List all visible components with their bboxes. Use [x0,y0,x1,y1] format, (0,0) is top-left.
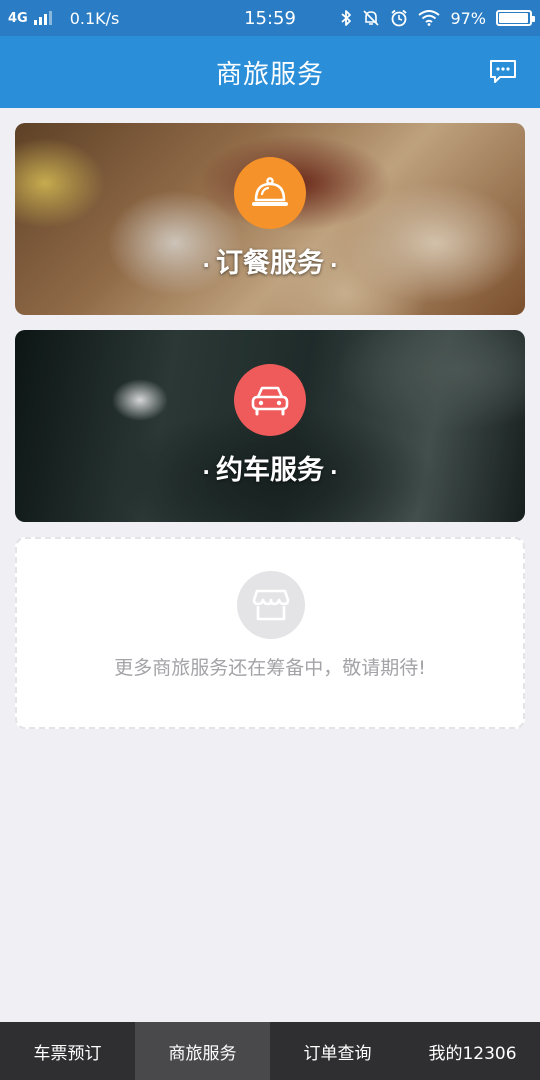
message-icon[interactable] [488,58,518,86]
title-dot: · [330,459,338,484]
car-service-label: 约车服务 [216,455,324,486]
tab-ticket-booking[interactable]: 车票预订 [0,1022,135,1080]
battery-percent: 97% [450,8,486,28]
network-type: 4G [8,10,28,26]
more-services-text: 更多商旅服务还在筹备中，敬请期待! [114,657,426,679]
app-header: 商旅服务 [0,36,540,108]
more-services-card: 更多商旅服务还在筹备中，敬请期待! [15,537,525,729]
status-right: 97% [340,8,535,28]
car-icon [234,364,306,436]
signal-icon [33,11,52,25]
tab-order-query[interactable]: 订单查询 [270,1022,405,1080]
food-service-title: · 订餐服务 · [15,241,525,280]
bluetooth-icon [341,10,352,26]
tab-my-12306[interactable]: 我的12306 [405,1022,540,1080]
title-dot: · [330,252,338,277]
title-dot: · [202,459,210,484]
food-service-card[interactable]: · 订餐服务 · [15,123,525,315]
mute-notification-icon [363,10,380,26]
wifi-icon [418,10,441,26]
title-dot: · [202,252,210,277]
bottom-tab-bar: 车票预订 商旅服务 订单查询 我的12306 [0,1022,540,1080]
status-bar: 4G 0.1K/s 15:59 97% [0,0,540,36]
battery-icon [496,10,535,26]
car-service-card[interactable]: · 约车服务 · [15,330,525,522]
network-speed: 0.1K/s [69,8,120,28]
status-left: 4G 0.1K/s [8,9,188,28]
food-cloche-icon [234,157,306,229]
tab-business-travel[interactable]: 商旅服务 [135,1022,270,1080]
store-icon [237,571,305,639]
page-title: 商旅服务 [215,59,324,90]
car-service-title: · 约车服务 · [15,448,525,487]
alarm-icon [391,9,408,27]
food-service-label: 订餐服务 [216,248,324,279]
